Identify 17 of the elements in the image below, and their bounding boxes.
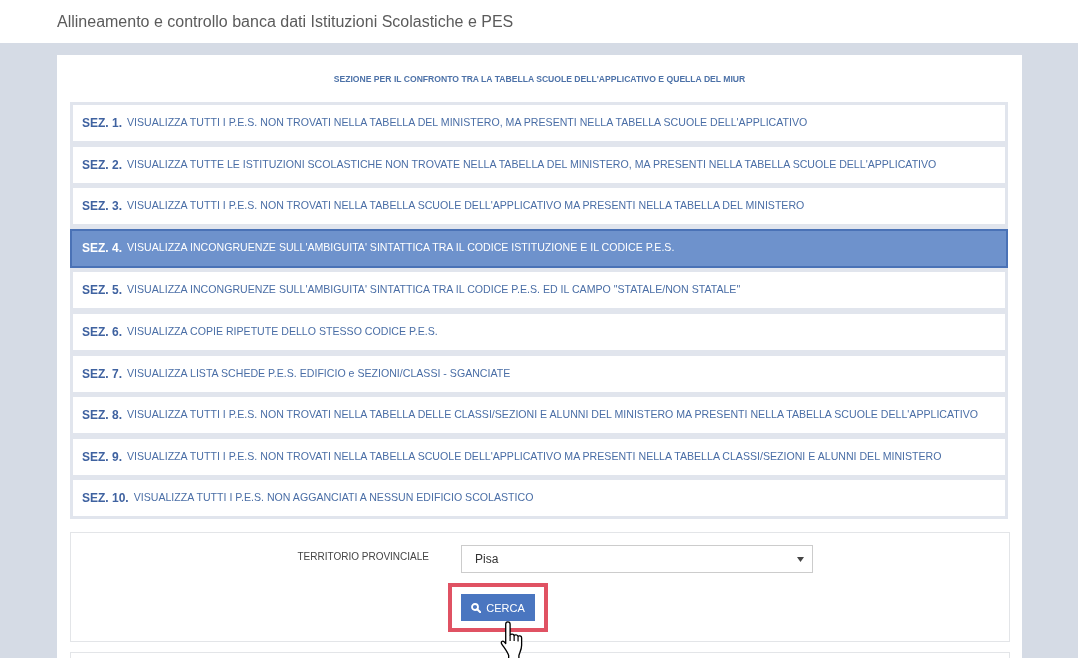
section-list-item[interactable]: SEZ. 5. VISUALIZZA INCONGRUENZE SULL'AMBIGUITA' SINTATTICA TRA IL CODICE P.E.S. ED IL CAMPO "STATALE/NON STATALE" <box>73 272 1005 309</box>
section-heading: SEZIONE PER IL CONFRONTO TRA LA TABELLA SCUOLE DELL'APPLICATIVO E QUELLA DEL MIUR <box>333 74 746 84</box>
section-list-item[interactable]: SEZ. 2. VISUALIZZA TUTTE LE ISTITUZIONI SCOLASTICHE NON TROVATE NELLA TABELLA DEL MINISTERO, MA PRESENTI NELLA TABELLA SCUOLE DELL'APPLICATIVO <box>73 146 1005 183</box>
section-list-item[interactable]: SEZ. 6. VISUALIZZA COPIE RIPETUTE DELLO STESSO CODICE P.E.S. <box>73 313 1005 350</box>
section-list-item[interactable]: SEZ. 4. VISUALIZZA INCONGRUENZE SULL'AMBIGUITA' SINTATTICA TRA IL CODICE ISTITUZIONE E IL CODICE P.E.S. <box>70 228 1008 268</box>
search-button[interactable]: CERCA <box>461 594 535 622</box>
caret-icon <box>797 556 804 562</box>
section-list-item[interactable]: SEZ. 7. VISUALIZZA LISTA SCHEDE P.E.S. EDIFICIO e SEZIONI/CLASSI - SGANCIATE <box>73 355 1005 392</box>
province-select[interactable]: Pisa <box>461 545 813 574</box>
section-list-item[interactable]: SEZ. 8. VISUALIZZA TUTTI I P.E.S. NON TROVATI NELLA TABELLA DELLE CLASSI/SEZIONI E ALUNNI DEL MINISTERO MA PRESENTI NELLA TABELLA SCUOLE DELL'APPLICATIVO <box>73 397 1005 434</box>
section-list-item[interactable]: SEZ. 10. VISUALIZZA TUTTI I P.E.S. NON AGGANCIATI A NESSUN EDIFICIO SCOLASTICO <box>73 480 1005 517</box>
section-list-item[interactable]: SEZ. 9. VISUALIZZA TUTTI I P.E.S. NON TROVATI NELLA TABELLA SCUOLE DELL'APPLICATIVO MA PRESENTI NELLA TABELLA CLASSI/SEZIONI E ALUNNI DEL MINISTERO <box>73 438 1005 475</box>
section-list-item[interactable]: SEZ. 3. VISUALIZZA TUTTI I P.E.S. NON TROVATI NELLA TABELLA SCUOLE DELL'APPLICATIVO MA PRESENTI NELLA TABELLA DEL MINISTERO <box>73 188 1005 225</box>
page-title: Allineamento e controllo banca dati Istituzioni Scolastiche e PES <box>57 11 514 32</box>
search-icon <box>471 602 482 613</box>
filter-label: TERRITORIO PROVINCIALE <box>297 551 429 563</box>
section-list-item[interactable]: SEZ. 1. VISUALIZZA TUTTI I P.E.S. NON TROVATI NELLA TABELLA DEL MINISTERO, MA PRESENTI NELLA TABELLA SCUOLE DELL'APPLICATIVO <box>73 105 1005 141</box>
